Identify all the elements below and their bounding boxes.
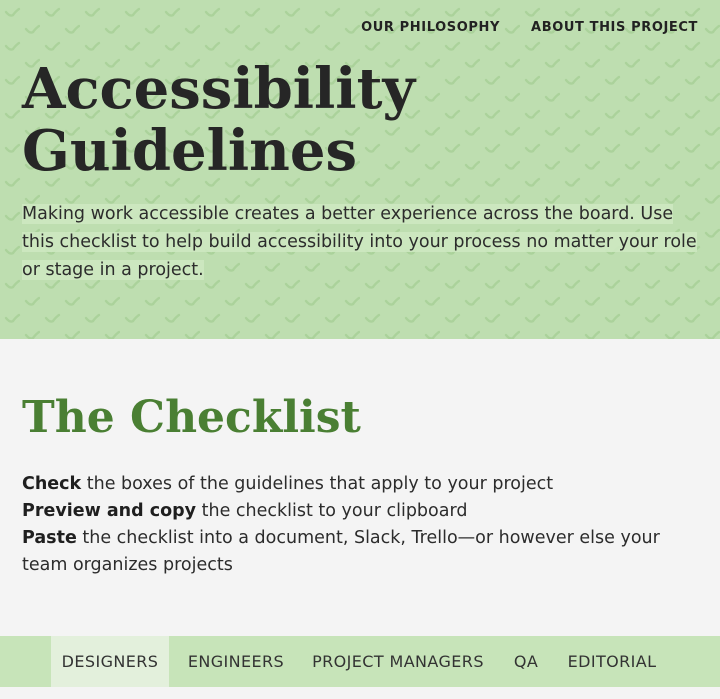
page-title-line-1: Accessibility [22,56,415,122]
instruction-step-text: the boxes of the guidelines that apply t… [81,474,554,494]
hero-description-text: Making work accessible creates a better … [22,204,697,280]
instruction-step-check: Check the boxes of the guidelines that a… [22,471,702,498]
hero-description: Making work accessible creates a better … [22,200,702,284]
tab-engineers[interactable]: ENGINEERS [181,636,291,687]
tab-project-managers[interactable]: PROJECT MANAGERS [307,636,489,687]
instruction-step-keyword: Check [22,474,82,494]
tab-qa[interactable]: QA [506,636,546,687]
nav-link-about-this-project[interactable]: ABOUT THIS PROJECT [531,20,698,35]
page-title-line-2: Guidelines [22,118,358,184]
instruction-step-text: the checklist to your clipboard [196,501,468,521]
instruction-step-keyword: Preview and copy [22,501,197,521]
top-navigation: OUR PHILOSOPHY ABOUT THIS PROJECT [361,20,698,35]
checklist-heading: The Checklist [22,392,361,443]
role-tabs: DESIGNERS ENGINEERS PROJECT MANAGERS QA … [0,636,720,687]
hero-banner: OUR PHILOSOPHY ABOUT THIS PROJECT Access… [0,0,720,339]
instruction-step-keyword: Paste [22,528,77,548]
instruction-step-text: the checklist into a document, Slack, Tr… [22,528,660,575]
tab-editorial[interactable]: EDITORIAL [562,636,662,687]
checklist-instructions: Check the boxes of the guidelines that a… [22,471,702,579]
instruction-step-preview: Preview and copy the checklist to your c… [22,498,702,525]
nav-link-our-philosophy[interactable]: OUR PHILOSOPHY [361,20,500,35]
page-title: Accessibility Guidelines [22,58,482,182]
instruction-step-paste: Paste the checklist into a document, Sla… [22,525,702,579]
tab-designers[interactable]: DESIGNERS [51,636,169,687]
